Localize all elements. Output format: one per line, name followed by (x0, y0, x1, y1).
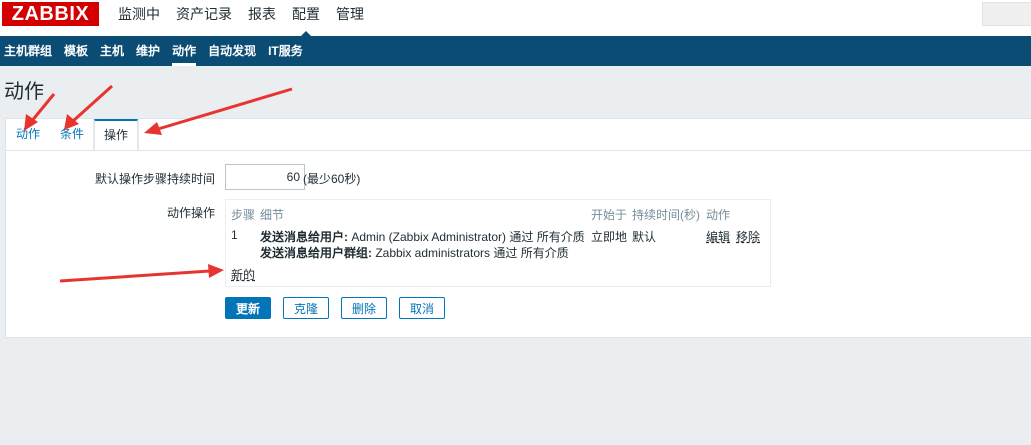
submenu-maintenance[interactable]: 维护 (130, 36, 166, 66)
menu-administration[interactable]: 管理 (328, 0, 372, 30)
page-title: 动作 (4, 81, 44, 103)
form-tabs: 动作 条件 操作 (6, 119, 1031, 151)
main-menu: 监测中 资产记录 报表 配置 管理 (110, 0, 372, 38)
row-start-in: 立即地 (591, 230, 628, 244)
duration-hint: (最少60秒) (303, 172, 361, 186)
action-form: 动作 条件 操作 默认操作步骤持续时间 (最少60秒) 动作操作 步骤 细节 开… (5, 118, 1031, 338)
detail-groups-value: Zabbix administrators 通过 所有介质 (372, 246, 569, 260)
remove-link[interactable]: 移除 (736, 228, 760, 245)
row-detail-groups: 发送消息给用户群组: Zabbix administrators 通过 所有介质 (260, 244, 569, 261)
menu-inventory[interactable]: 资产记录 (168, 0, 240, 30)
tabs-divider (6, 150, 1031, 151)
operations-table: 步骤 细节 开始于 持续时间(秒) 动作 1 发送消息给用户: Admin (Z… (225, 199, 771, 287)
detail-users-label: 发送消息给用户: (260, 230, 348, 244)
submenu-actions[interactable]: 动作 (166, 36, 202, 66)
submenu-discovery[interactable]: 自动发现 (202, 36, 262, 66)
search-input[interactable] (982, 2, 1031, 26)
duration-label: 默认操作步骤持续时间 (94, 172, 215, 186)
detail-users-value: Admin (Zabbix Administrator) 通过 所有介质 (348, 230, 585, 244)
header-step: 步骤 (231, 208, 256, 222)
edit-link[interactable]: 编辑 (706, 228, 730, 245)
submenu-host-groups[interactable]: 主机群组 (0, 36, 58, 66)
tab-action[interactable]: 动作 (7, 119, 49, 149)
top-header: ZABBIX 监测中 资产记录 报表 配置 管理 (0, 0, 1031, 38)
delete-button[interactable]: 删除 (341, 297, 388, 319)
header-duration: 持续时间(秒) (632, 208, 700, 222)
header-action: 动作 (706, 208, 731, 222)
submenu-it-services[interactable]: IT服务 (262, 36, 309, 66)
tab-operations[interactable]: 操作 (94, 119, 139, 150)
row-detail-users: 发送消息给用户: Admin (Zabbix Administrator) 通过… (260, 228, 585, 245)
menu-monitoring[interactable]: 监测中 (110, 0, 168, 30)
row-step: 1 (231, 228, 238, 242)
new-operation-link[interactable]: 新的 (231, 266, 255, 283)
tab-conditions[interactable]: 条件 (51, 119, 93, 149)
zabbix-logo[interactable]: ZABBIX (2, 2, 99, 26)
menu-reports[interactable]: 报表 (240, 0, 284, 30)
menu-configuration[interactable]: 配置 (284, 0, 328, 38)
detail-groups-label: 发送消息给用户群组: (260, 246, 372, 260)
submenu-hosts[interactable]: 主机 (94, 36, 130, 66)
cancel-button[interactable]: 取消 (399, 297, 446, 319)
sub-menu: 主机群组 模板 主机 维护 动作 自动发现 IT服务 (0, 36, 1031, 66)
update-button[interactable]: 更新 (225, 297, 272, 319)
operations-label: 动作操作 (166, 206, 215, 220)
header-details: 细节 (260, 208, 285, 222)
submenu-templates[interactable]: 模板 (58, 36, 94, 66)
clone-button[interactable]: 克隆 (283, 297, 330, 319)
row-duration: 默认 (632, 230, 657, 244)
duration-input[interactable] (225, 164, 305, 190)
header-start-in: 开始于 (591, 208, 628, 222)
